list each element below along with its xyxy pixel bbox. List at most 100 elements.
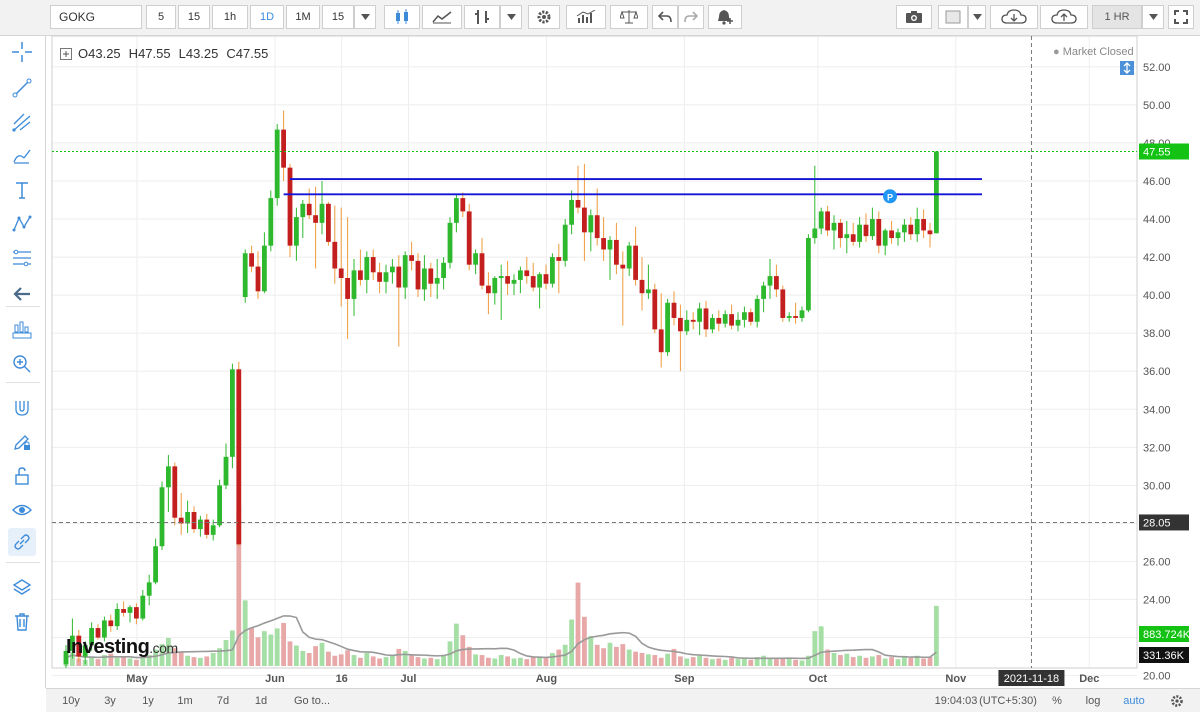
candle-body <box>114 609 120 627</box>
candles-chart-button[interactable] <box>384 5 420 29</box>
volume-bar <box>274 628 280 666</box>
interval-1m-button[interactable]: 1M <box>286 5 320 29</box>
candle-body <box>198 519 203 530</box>
interval-15-button[interactable]: 15 <box>178 5 210 29</box>
interval-select[interactable]: 15 <box>322 5 354 29</box>
candle-body <box>370 257 376 273</box>
timeframe-dropdown[interactable] <box>1142 5 1164 29</box>
logo-name: Investing <box>66 636 150 658</box>
redo-icon <box>684 11 698 23</box>
candle-body <box>166 466 171 488</box>
color-theme-button[interactable] <box>938 5 968 29</box>
pitchfork-tool[interactable] <box>8 108 36 136</box>
log-toggle[interactable]: log <box>1082 691 1104 710</box>
y-tick-label: 42.00 <box>1143 252 1171 264</box>
sync-drawings-tool[interactable] <box>8 528 36 556</box>
volume-bar <box>383 657 389 666</box>
chevron-down-icon <box>1148 14 1158 20</box>
indicators-button[interactable] <box>566 5 606 29</box>
magnet-tool[interactable] <box>8 394 36 422</box>
indicators-icon <box>576 10 596 23</box>
candle-body <box>639 279 645 294</box>
save-chart-button[interactable] <box>1040 5 1088 29</box>
candle-body <box>210 525 216 535</box>
lock-drawings-tool[interactable] <box>8 428 36 456</box>
zoom-tool[interactable] <box>8 350 36 378</box>
percent-toggle[interactable]: % <box>1046 691 1068 710</box>
settings-button[interactable] <box>528 5 560 29</box>
layers-icon <box>12 579 32 595</box>
bar-chart-button[interactable] <box>464 5 500 29</box>
volume-bar <box>441 655 446 666</box>
y-tick-label: 38.00 <box>1143 328 1171 340</box>
undo-button[interactable] <box>652 5 678 29</box>
timeframe-select[interactable]: 1 HR <box>1092 5 1142 29</box>
alert-button[interactable] <box>708 5 742 29</box>
area-chart-button[interactable] <box>422 5 462 29</box>
volume-bar <box>678 656 683 666</box>
candle-body <box>415 260 421 290</box>
interval-1d-button[interactable]: 1D <box>250 5 284 29</box>
chart-settings-button[interactable] <box>1164 691 1190 710</box>
text-tool[interactable] <box>8 176 36 204</box>
lock-tool[interactable] <box>8 462 36 490</box>
fib-tool[interactable] <box>8 244 36 272</box>
volume-bar <box>178 652 184 666</box>
candle-body <box>729 314 734 326</box>
range-10y-button[interactable]: 10y <box>56 691 86 710</box>
timezone-button[interactable]: (UTC+5:30) <box>976 691 1040 710</box>
candle-body <box>460 198 466 212</box>
time-axis[interactable]: May Jun 16 Jul Aug Sep Oct Nov 2021-11-18 Dec <box>126 670 1099 686</box>
snapshot-button[interactable] <box>896 5 932 29</box>
interval-1h-button[interactable]: 1h <box>212 5 248 29</box>
back-button[interactable] <box>8 280 36 308</box>
brush-tool[interactable] <box>8 142 36 170</box>
volume-bar <box>870 656 875 666</box>
chart-type-dropdown[interactable] <box>500 5 522 29</box>
volume-bar <box>716 658 722 666</box>
range-1d-button[interactable]: 1d <box>248 691 274 710</box>
x-tick-label: Oct <box>809 673 828 685</box>
redo-button[interactable] <box>678 5 704 29</box>
candle-body <box>646 289 651 294</box>
trend-line-icon <box>12 78 32 98</box>
range-3y-button[interactable]: 3y <box>98 691 122 710</box>
volume-bar <box>223 640 229 666</box>
range-1y-button[interactable]: 1y <box>136 691 160 710</box>
price-axis[interactable]: 52.0050.0048.0046.0044.0042.0040.0038.00… <box>1139 62 1191 683</box>
volume-bar <box>530 657 536 666</box>
goto-button[interactable]: Go to... <box>286 691 338 710</box>
pencil-lock-icon <box>14 435 30 450</box>
remove-drawings-tool[interactable] <box>8 608 36 636</box>
volume-bar <box>281 622 286 666</box>
high-label: H <box>128 46 139 61</box>
price-chart[interactable]: P 52.0050.0048.0046.0044.0042.0040.0038.… <box>46 36 1200 688</box>
expand-icon[interactable] <box>60 47 72 60</box>
crosshair-icon <box>12 42 32 62</box>
range-7d-button[interactable]: 7d <box>210 691 236 710</box>
volume-bar <box>665 653 670 666</box>
candle-body <box>550 257 555 284</box>
hide-drawings-tool[interactable] <box>8 496 36 524</box>
volume-bar <box>402 650 408 666</box>
crosshair-tool[interactable] <box>8 38 36 66</box>
volume-bar <box>300 650 306 666</box>
range-1m-button[interactable]: 1m <box>172 691 198 710</box>
measure-tool[interactable] <box>8 316 36 344</box>
pattern-tool[interactable] <box>8 210 36 238</box>
volume-bar <box>434 659 440 666</box>
auto-toggle[interactable]: auto <box>1118 691 1150 710</box>
color-theme-dropdown[interactable] <box>968 5 986 29</box>
object-tree-tool[interactable] <box>8 574 36 602</box>
symbol-input[interactable]: GOKG <box>50 5 142 29</box>
candle-body <box>409 255 414 261</box>
interval-dropdown-button[interactable] <box>354 5 376 29</box>
trend-line-tool[interactable] <box>8 74 36 102</box>
compare-button[interactable] <box>610 5 648 29</box>
load-chart-button[interactable] <box>990 5 1038 29</box>
fullscreen-button[interactable] <box>1168 5 1194 29</box>
interval-5-button[interactable]: 5 <box>146 5 176 29</box>
volume-bar <box>812 631 818 666</box>
line-chart-icon <box>432 11 452 24</box>
scroll-up-icon[interactable] <box>1120 61 1134 75</box>
